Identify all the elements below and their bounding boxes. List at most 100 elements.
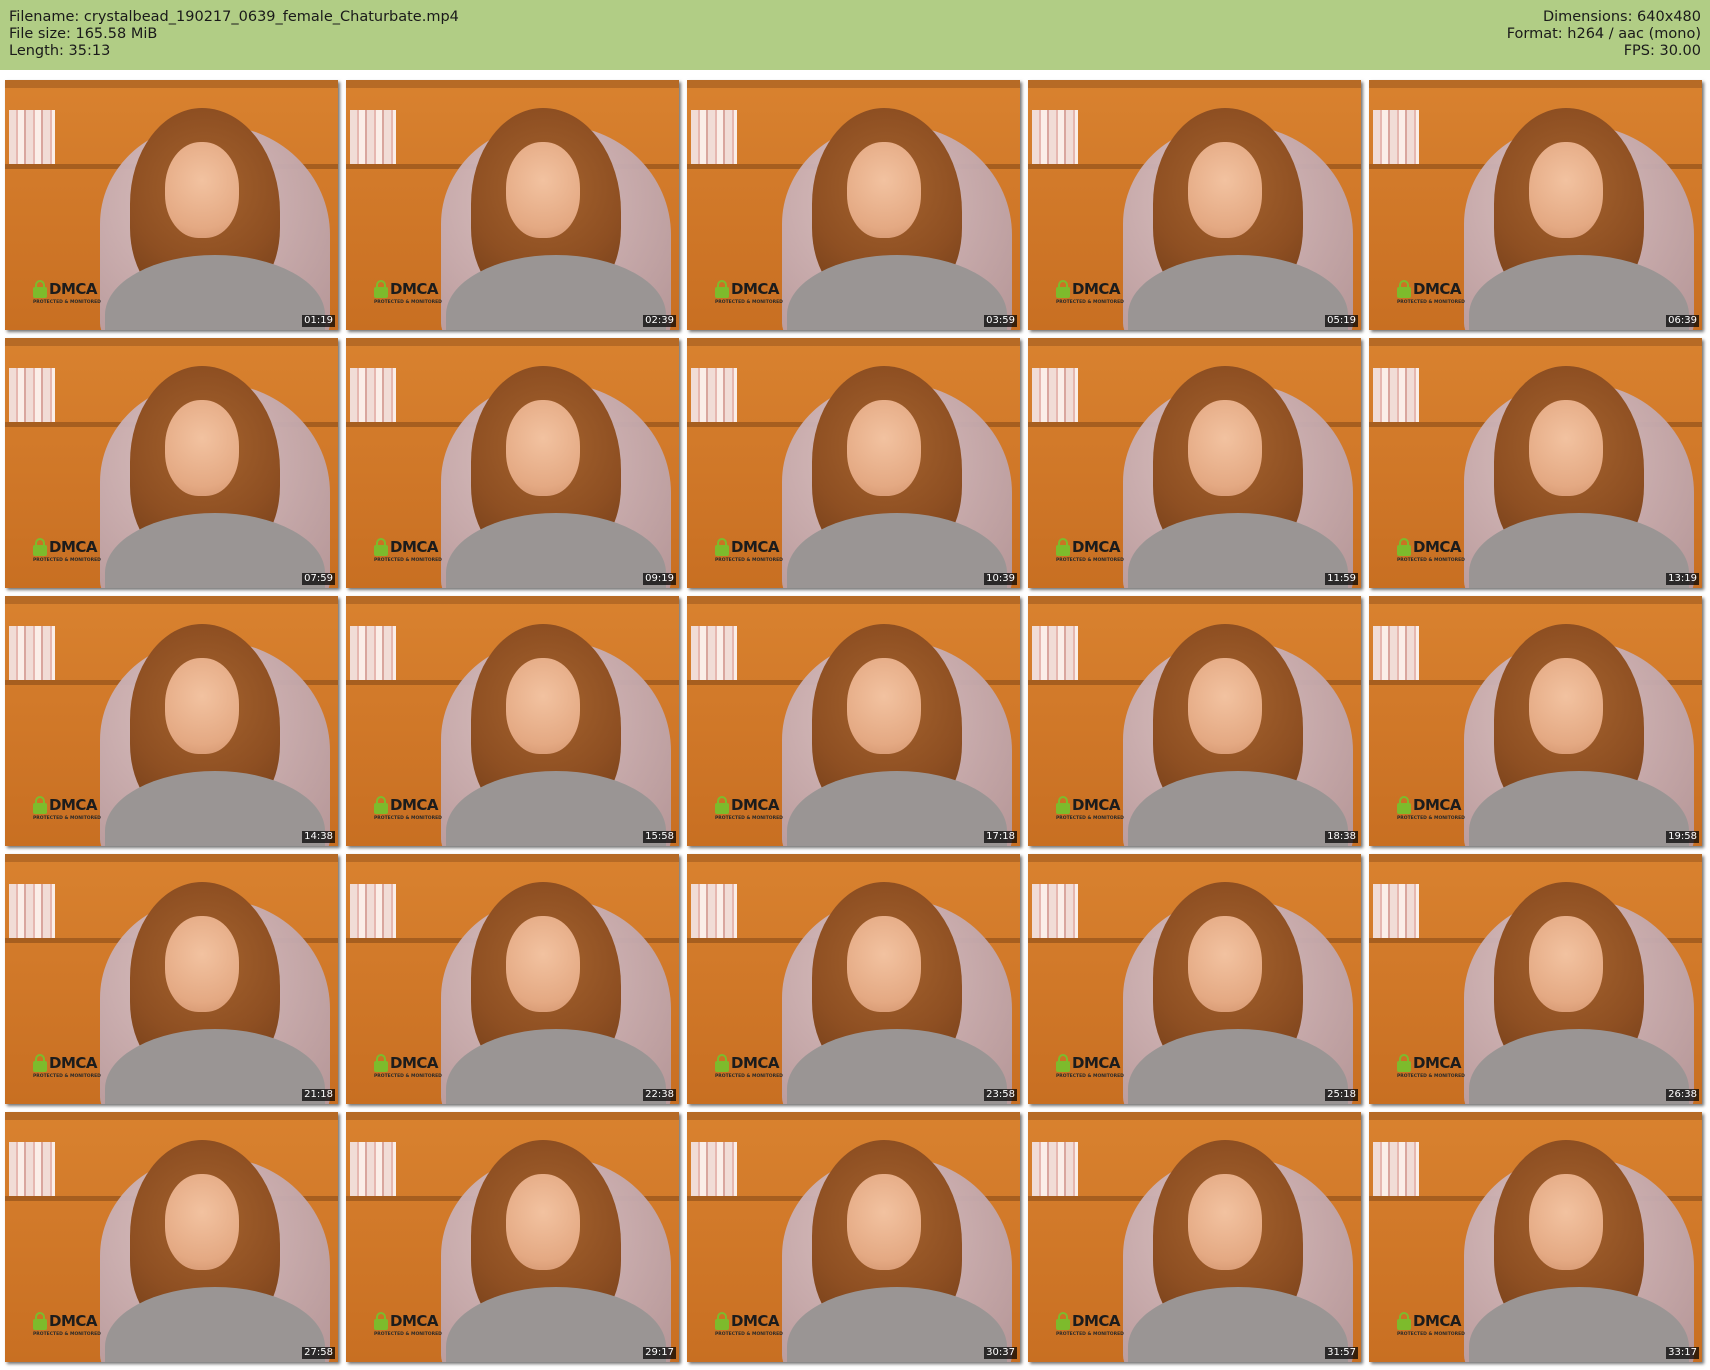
lock-icon [33,1312,47,1330]
dmca-subtitle: PROTECTED & MONITORED [33,558,101,563]
timestamp: 29:17 [643,1347,676,1359]
lock-icon [1056,280,1070,298]
shelf-top [1028,80,1361,88]
lock-icon [1397,1054,1411,1072]
lock-icon [1056,796,1070,814]
dmca-watermark: DMCA [715,1312,780,1330]
video-thumbnail: DMCA PROTECTED & MONITORED 15:58 [346,596,679,846]
shelf-top [1028,1112,1361,1120]
dmca-watermark: DMCA [33,280,98,298]
video-thumbnail: DMCA PROTECTED & MONITORED 22:38 [346,854,679,1104]
timestamp: 18:38 [1325,831,1358,843]
dmca-logo-text: DMCA [731,796,780,814]
dmca-logo-text: DMCA [1072,538,1121,556]
video-thumbnail: DMCA PROTECTED & MONITORED 17:18 [687,596,1020,846]
lock-icon [374,280,388,298]
lock-icon [33,796,47,814]
face [1529,400,1603,496]
dmca-logo-text: DMCA [390,1054,439,1072]
face [847,400,921,496]
shelf-top [5,338,338,346]
dmca-logo-text: DMCA [731,538,780,556]
lock-icon [1056,1312,1070,1330]
dmca-watermark: DMCA [374,538,439,556]
lock-icon [715,538,729,556]
dmca-watermark: DMCA [1397,280,1462,298]
lock-icon [374,1312,388,1330]
shelf-top [687,1112,1020,1120]
dmca-logo-text: DMCA [390,280,439,298]
dmca-watermark: DMCA [1056,280,1121,298]
timestamp: 19:58 [1666,831,1699,843]
face [1188,658,1262,754]
face [506,916,580,1012]
video-thumbnail: DMCA PROTECTED & MONITORED 06:39 [1369,80,1702,330]
face [847,658,921,754]
dmca-watermark: DMCA [374,1312,439,1330]
face [1188,1174,1262,1270]
dmca-subtitle: PROTECTED & MONITORED [1397,1074,1465,1079]
shelf-top [5,854,338,862]
shelf-top [346,854,679,862]
lock-icon [715,1312,729,1330]
timestamp: 03:59 [984,315,1017,327]
timestamp: 26:38 [1666,1089,1699,1101]
thumbnail-grid: DMCA PROTECTED & MONITORED 01:19 DMCA PR… [0,70,1710,1370]
books-on-shelf [691,884,737,938]
lock-icon [33,538,47,556]
video-thumbnail: DMCA PROTECTED & MONITORED 21:18 [5,854,338,1104]
fps-text: FPS: 30.00 [1623,43,1701,59]
timestamp: 27:58 [302,1347,335,1359]
video-thumbnail: DMCA PROTECTED & MONITORED 25:18 [1028,854,1361,1104]
face [506,658,580,754]
dmca-subtitle: PROTECTED & MONITORED [374,1332,442,1337]
shelf-top [346,596,679,604]
lock-icon [1397,1312,1411,1330]
shelf-top [687,596,1020,604]
video-thumbnail: DMCA PROTECTED & MONITORED 09:19 [346,338,679,588]
video-thumbnail: DMCA PROTECTED & MONITORED 11:59 [1028,338,1361,588]
dmca-watermark: DMCA [1397,1312,1462,1330]
books-on-shelf [1373,884,1419,938]
video-thumbnail: DMCA PROTECTED & MONITORED 14:38 [5,596,338,846]
lock-icon [33,280,47,298]
face [165,142,239,238]
dmca-logo-text: DMCA [731,1312,780,1330]
books-on-shelf [1032,884,1078,938]
format-text: Format: h264 / aac (mono) [1506,26,1701,42]
dmca-logo-text: DMCA [49,538,98,556]
lock-icon [715,1054,729,1072]
dmca-logo-text: DMCA [390,796,439,814]
dmca-logo-text: DMCA [390,1312,439,1330]
dmca-logo-text: DMCA [1413,1054,1462,1072]
timestamp: 23:58 [984,1089,1017,1101]
dmca-logo-text: DMCA [1413,796,1462,814]
dmca-watermark: DMCA [1397,1054,1462,1072]
timestamp: 06:39 [1666,315,1699,327]
info-header: Filename: crystalbead_190217_0639_female… [0,0,1710,70]
books-on-shelf [9,626,55,680]
file-info: Filename: crystalbead_190217_0639_female… [9,9,459,60]
file-size-text: File size: 165.58 MiB [9,26,158,42]
video-thumbnail: DMCA PROTECTED & MONITORED 13:19 [1369,338,1702,588]
face [847,916,921,1012]
face [1188,400,1262,496]
books-on-shelf [350,368,396,422]
dmca-watermark: DMCA [33,538,98,556]
lock-icon [715,280,729,298]
books-on-shelf [1373,1142,1419,1196]
books-on-shelf [1032,626,1078,680]
lock-icon [374,1054,388,1072]
dmca-watermark: DMCA [715,796,780,814]
dmca-subtitle: PROTECTED & MONITORED [1056,816,1124,821]
dmca-logo-text: DMCA [49,1054,98,1072]
dmca-logo-text: DMCA [49,280,98,298]
dmca-subtitle: PROTECTED & MONITORED [1056,300,1124,305]
dmca-subtitle: PROTECTED & MONITORED [1397,816,1465,821]
dmca-subtitle: PROTECTED & MONITORED [374,1074,442,1079]
face [1529,658,1603,754]
shelf-top [1369,596,1702,604]
books-on-shelf [350,1142,396,1196]
dmca-subtitle: PROTECTED & MONITORED [374,300,442,305]
video-thumbnail: DMCA PROTECTED & MONITORED 18:38 [1028,596,1361,846]
